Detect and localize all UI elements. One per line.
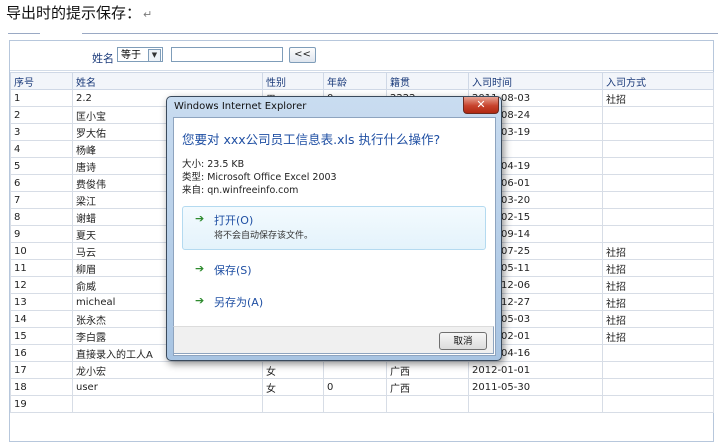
file-source: 来自: qn.winfreeinfo.com bbox=[182, 185, 299, 196]
filter-search-button[interactable]: << bbox=[289, 47, 316, 63]
file-type: 类型: Microsoft Office Excel 2003 bbox=[182, 172, 337, 183]
table-header-row: 序号 姓名 性别 年龄 籍贯 入司时间 入司方式 bbox=[10, 72, 714, 90]
table-row[interactable]: 17 龙小宏女 广西 2012-01-01 bbox=[10, 361, 714, 379]
table-cell: 3 bbox=[10, 123, 73, 141]
column-header[interactable]: 籍贯 bbox=[386, 72, 469, 90]
save-option-label: 保存(S) bbox=[214, 264, 252, 277]
table-cell bbox=[602, 191, 714, 209]
table-cell: 11 bbox=[10, 259, 73, 277]
save-as-option[interactable]: ➔ 另存为(A) bbox=[182, 288, 486, 312]
divider-right bbox=[82, 33, 718, 34]
table-cell: 社招 bbox=[602, 89, 714, 107]
column-header[interactable]: 年龄 bbox=[323, 72, 387, 90]
table-cell: 4 bbox=[10, 140, 73, 158]
table-cell: 社招 bbox=[602, 276, 714, 294]
download-dialog: Windows Internet Explorer ✕ 您要对 xxx公司员工信… bbox=[166, 96, 502, 361]
table-cell: 2 bbox=[10, 106, 73, 124]
table-cell bbox=[602, 395, 714, 413]
green-arrow-icon: ➔ bbox=[195, 294, 205, 307]
filter-field-label: 姓名 bbox=[92, 52, 114, 65]
save-option[interactable]: ➔ 保存(S) bbox=[182, 256, 486, 280]
table-cell: 社招 bbox=[602, 242, 714, 260]
table-cell bbox=[602, 225, 714, 243]
column-header[interactable]: 入司时间 bbox=[468, 72, 603, 90]
table-cell: 10 bbox=[10, 242, 73, 260]
table-cell bbox=[72, 395, 263, 413]
table-cell: 社招 bbox=[602, 327, 714, 345]
doc-title-text: 导出时的提示保存： bbox=[6, 4, 142, 22]
table-cell: 2012-01-01 bbox=[468, 361, 603, 379]
table-cell: 0 bbox=[323, 378, 387, 396]
table-cell: 8 bbox=[10, 208, 73, 226]
table-cell bbox=[602, 174, 714, 192]
filter-operator-select[interactable]: 等于 ▼ bbox=[117, 47, 163, 62]
table-cell: 13 bbox=[10, 293, 73, 311]
table-cell bbox=[602, 123, 714, 141]
table-cell bbox=[602, 361, 714, 379]
table-cell: 1 bbox=[10, 89, 73, 107]
doc-title: 导出时的提示保存： ↵ bbox=[6, 2, 152, 23]
table-cell: 7 bbox=[10, 191, 73, 209]
table-cell bbox=[323, 395, 387, 413]
column-header[interactable]: 序号 bbox=[10, 72, 73, 90]
table-cell bbox=[602, 344, 714, 362]
dialog-title: Windows Internet Explorer bbox=[174, 101, 307, 112]
table-cell bbox=[602, 157, 714, 175]
dropdown-arrow-icon[interactable]: ▼ bbox=[148, 49, 161, 62]
table-cell bbox=[602, 106, 714, 124]
open-option-label: 打开(O) bbox=[214, 214, 254, 227]
filter-operator-value: 等于 bbox=[121, 50, 141, 61]
close-icon[interactable]: ✕ bbox=[463, 97, 499, 114]
table-cell: 14 bbox=[10, 310, 73, 328]
table-cell bbox=[602, 378, 714, 396]
table-cell: 社招 bbox=[602, 259, 714, 277]
table-cell: 16 bbox=[10, 344, 73, 362]
table-cell: 社招 bbox=[602, 310, 714, 328]
open-option-note: 将不会自动保存该文件。 bbox=[214, 231, 314, 241]
table-cell: 9 bbox=[10, 225, 73, 243]
file-size: 大小: 23.5 KB bbox=[182, 159, 245, 170]
table-cell: 龙小宏 bbox=[72, 361, 263, 379]
table-row[interactable]: 19 bbox=[10, 395, 714, 413]
dialog-footer: 取消 bbox=[173, 326, 494, 354]
table-cell bbox=[262, 395, 324, 413]
divider-left bbox=[8, 33, 40, 34]
table-cell: 女 bbox=[262, 378, 324, 396]
table-cell: 18 bbox=[10, 378, 73, 396]
table-cell bbox=[386, 395, 469, 413]
table-cell: 5 bbox=[10, 157, 73, 175]
table-cell: 社招 bbox=[602, 293, 714, 311]
save-as-option-label: 另存为(A) bbox=[214, 296, 264, 309]
column-header[interactable]: 性别 bbox=[262, 72, 324, 90]
table-cell: 6 bbox=[10, 174, 73, 192]
table-cell: 2011-05-30 bbox=[468, 378, 603, 396]
dialog-body: 您要对 xxx公司员工信息表.xls 执行什么操作? 大小: 23.5 KB 类… bbox=[173, 117, 496, 356]
cancel-button[interactable]: 取消 bbox=[439, 332, 487, 350]
table-cell bbox=[323, 361, 387, 379]
table-cell: 12 bbox=[10, 276, 73, 294]
table-cell: 19 bbox=[10, 395, 73, 413]
table-cell bbox=[602, 140, 714, 158]
table-cell: 广西 bbox=[386, 361, 469, 379]
filter-value-input[interactable] bbox=[171, 47, 283, 62]
table-cell: 女 bbox=[262, 361, 324, 379]
table-cell: 17 bbox=[10, 361, 73, 379]
green-arrow-icon: ➔ bbox=[195, 212, 205, 225]
table-cell: 广西 bbox=[386, 378, 469, 396]
column-header[interactable]: 入司方式 bbox=[602, 72, 714, 90]
dialog-question: 您要对 xxx公司员工信息表.xls 执行什么操作? bbox=[182, 132, 441, 147]
table-cell bbox=[602, 208, 714, 226]
open-option[interactable]: ➔ 打开(O) 将不会自动保存该文件。 bbox=[182, 206, 486, 250]
green-arrow-icon: ➔ bbox=[195, 262, 205, 275]
column-header[interactable]: 姓名 bbox=[72, 72, 263, 90]
table-cell bbox=[468, 395, 603, 413]
table-row[interactable]: 18 user 女 0 广西 2011-05-30 bbox=[10, 378, 714, 396]
paragraph-mark-icon: ↵ bbox=[143, 8, 153, 21]
table-cell: user bbox=[72, 378, 263, 396]
filter-bar: 姓名 等于 ▼ << bbox=[10, 41, 713, 71]
table-cell: 15 bbox=[10, 327, 73, 345]
